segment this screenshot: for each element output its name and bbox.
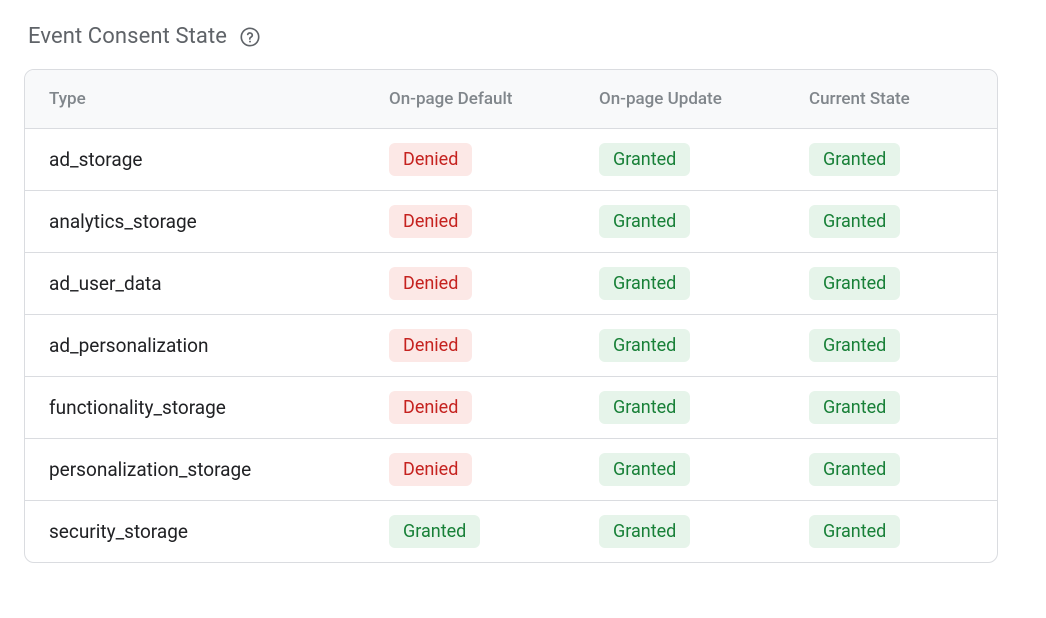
table-row: ad_storage Denied Granted Granted bbox=[25, 128, 997, 190]
default-cell: Denied bbox=[365, 253, 575, 314]
status-badge: Granted bbox=[809, 143, 900, 176]
status-badge: Granted bbox=[809, 391, 900, 424]
current-cell: Granted bbox=[785, 501, 995, 562]
current-cell: Granted bbox=[785, 377, 995, 438]
current-cell: Granted bbox=[785, 315, 995, 376]
table-row: security_storage Granted Granted Granted bbox=[25, 500, 997, 562]
type-cell: ad_storage bbox=[25, 134, 365, 185]
current-cell: Granted bbox=[785, 191, 995, 252]
type-cell: ad_personalization bbox=[25, 320, 365, 371]
default-cell: Denied bbox=[365, 191, 575, 252]
default-cell: Denied bbox=[365, 439, 575, 500]
status-badge: Denied bbox=[389, 267, 472, 300]
table-row: analytics_storage Denied Granted Granted bbox=[25, 190, 997, 252]
status-badge: Denied bbox=[389, 453, 472, 486]
table-header-row: Type On-page Default On-page Update Curr… bbox=[25, 70, 997, 128]
update-cell: Granted bbox=[575, 253, 785, 314]
status-badge: Granted bbox=[809, 205, 900, 238]
status-badge: Denied bbox=[389, 329, 472, 362]
update-cell: Granted bbox=[575, 501, 785, 562]
type-cell: analytics_storage bbox=[25, 196, 365, 247]
status-badge: Denied bbox=[389, 143, 472, 176]
type-cell: ad_user_data bbox=[25, 258, 365, 309]
type-cell: functionality_storage bbox=[25, 382, 365, 433]
section-title: Event Consent State bbox=[28, 24, 227, 49]
status-badge: Granted bbox=[599, 143, 690, 176]
default-cell: Denied bbox=[365, 315, 575, 376]
status-badge: Granted bbox=[599, 391, 690, 424]
table-row: personalization_storage Denied Granted Gran… bbox=[25, 438, 997, 500]
column-header-type: Type bbox=[25, 75, 365, 123]
help-circle-icon[interactable] bbox=[239, 26, 261, 48]
default-cell: Denied bbox=[365, 129, 575, 190]
status-badge: Granted bbox=[599, 515, 690, 548]
update-cell: Granted bbox=[575, 315, 785, 376]
table-row: ad_user_data Denied Granted Granted bbox=[25, 252, 997, 314]
status-badge: Granted bbox=[389, 515, 480, 548]
update-cell: Granted bbox=[575, 191, 785, 252]
status-badge: Granted bbox=[809, 329, 900, 362]
consent-table: Type On-page Default On-page Update Curr… bbox=[24, 69, 998, 563]
table-row: ad_personalization Denied Granted Granted bbox=[25, 314, 997, 376]
column-header-update: On-page Update bbox=[575, 75, 785, 123]
current-cell: Granted bbox=[785, 253, 995, 314]
status-badge: Denied bbox=[389, 205, 472, 238]
status-badge: Granted bbox=[599, 329, 690, 362]
status-badge: Granted bbox=[599, 267, 690, 300]
status-badge: Granted bbox=[599, 453, 690, 486]
status-badge: Granted bbox=[809, 515, 900, 548]
type-cell: personalization_storage bbox=[25, 444, 365, 495]
status-badge: Granted bbox=[599, 205, 690, 238]
default-cell: Denied bbox=[365, 377, 575, 438]
status-badge: Granted bbox=[809, 453, 900, 486]
current-cell: Granted bbox=[785, 129, 995, 190]
update-cell: Granted bbox=[575, 377, 785, 438]
update-cell: Granted bbox=[575, 129, 785, 190]
status-badge: Granted bbox=[809, 267, 900, 300]
column-header-default: On-page Default bbox=[365, 75, 575, 123]
table-row: functionality_storage Denied Granted Grante… bbox=[25, 376, 997, 438]
update-cell: Granted bbox=[575, 439, 785, 500]
default-cell: Granted bbox=[365, 501, 575, 562]
type-cell: security_storage bbox=[25, 506, 365, 557]
status-badge: Denied bbox=[389, 391, 472, 424]
column-header-current: Current State bbox=[785, 75, 995, 123]
current-cell: Granted bbox=[785, 439, 995, 500]
section-header: Event Consent State bbox=[28, 24, 1022, 49]
